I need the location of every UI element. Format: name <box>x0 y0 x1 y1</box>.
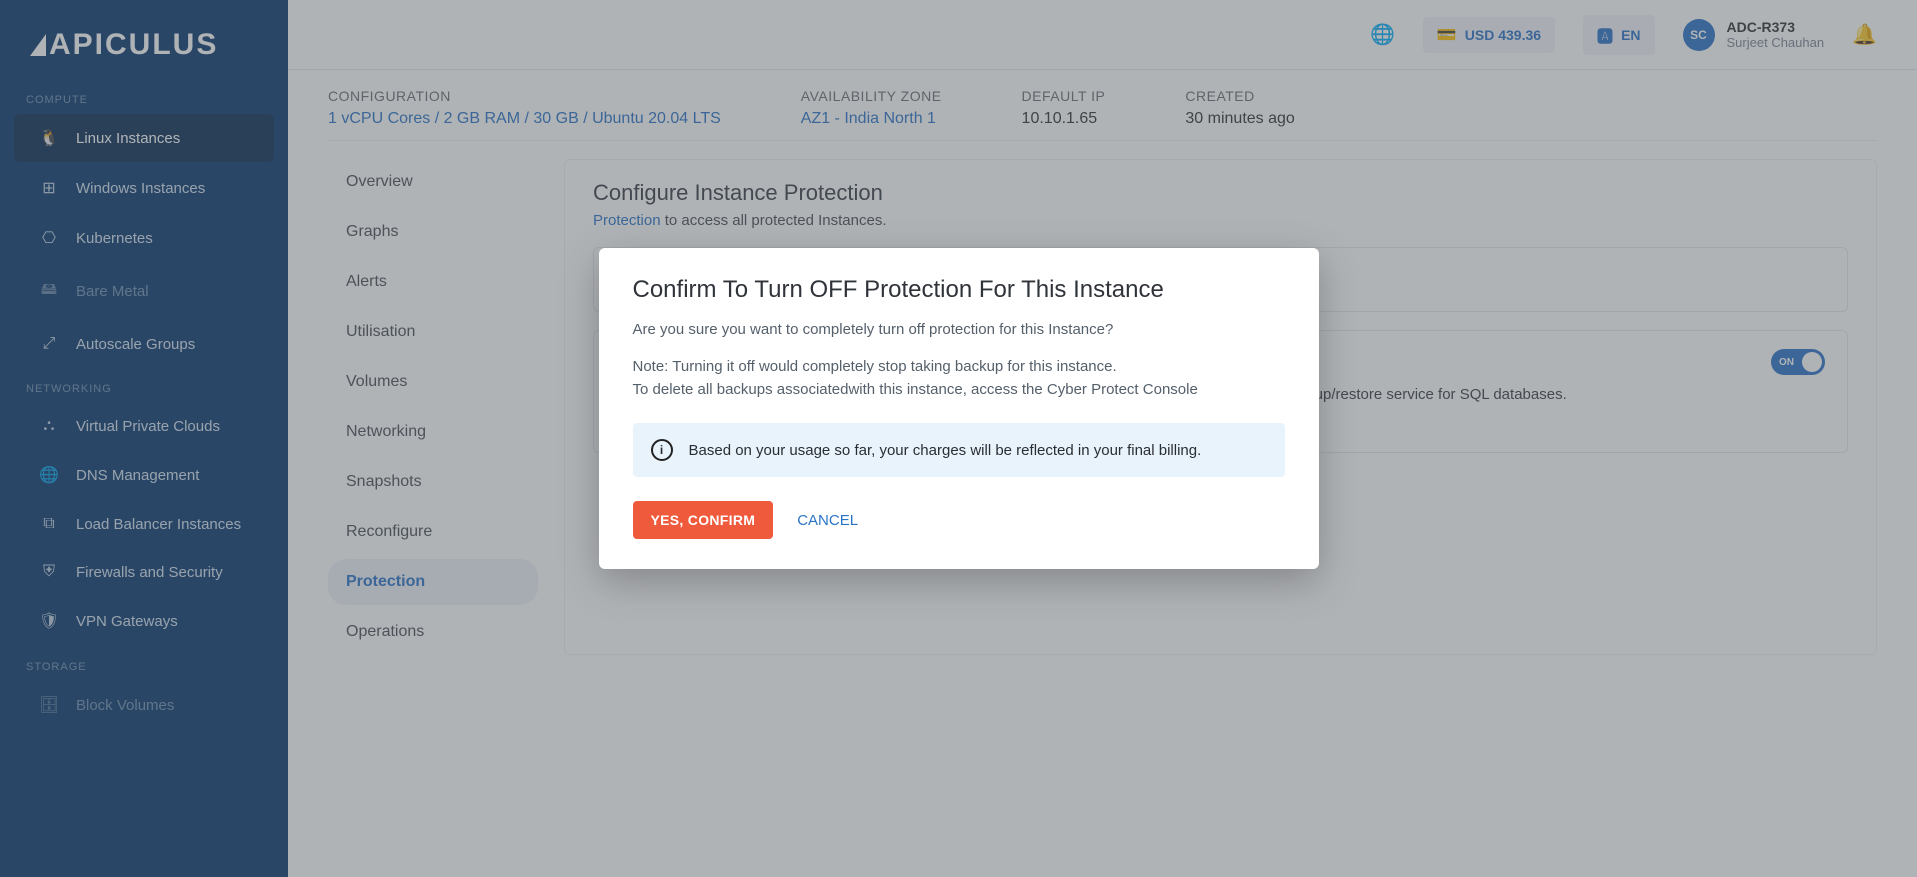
modal-overlay: Confirm To Turn OFF Protection For This … <box>0 0 1917 877</box>
modal-note: Note: Turning it off would completely st… <box>633 355 1285 402</box>
modal-title: Confirm To Turn OFF Protection For This … <box>633 276 1285 304</box>
modal-question: Are you sure you want to completely turn… <box>633 318 1285 341</box>
cancel-button[interactable]: CANCEL <box>797 512 858 529</box>
modal-info-text: Based on your usage so far, your charges… <box>689 442 1202 459</box>
info-icon: i <box>651 439 673 461</box>
modal-info-box: i Based on your usage so far, your charg… <box>633 423 1285 477</box>
modal-actions: YES, CONFIRM CANCEL <box>633 501 1285 539</box>
confirm-button[interactable]: YES, CONFIRM <box>633 501 774 539</box>
confirm-modal: Confirm To Turn OFF Protection For This … <box>599 248 1319 570</box>
